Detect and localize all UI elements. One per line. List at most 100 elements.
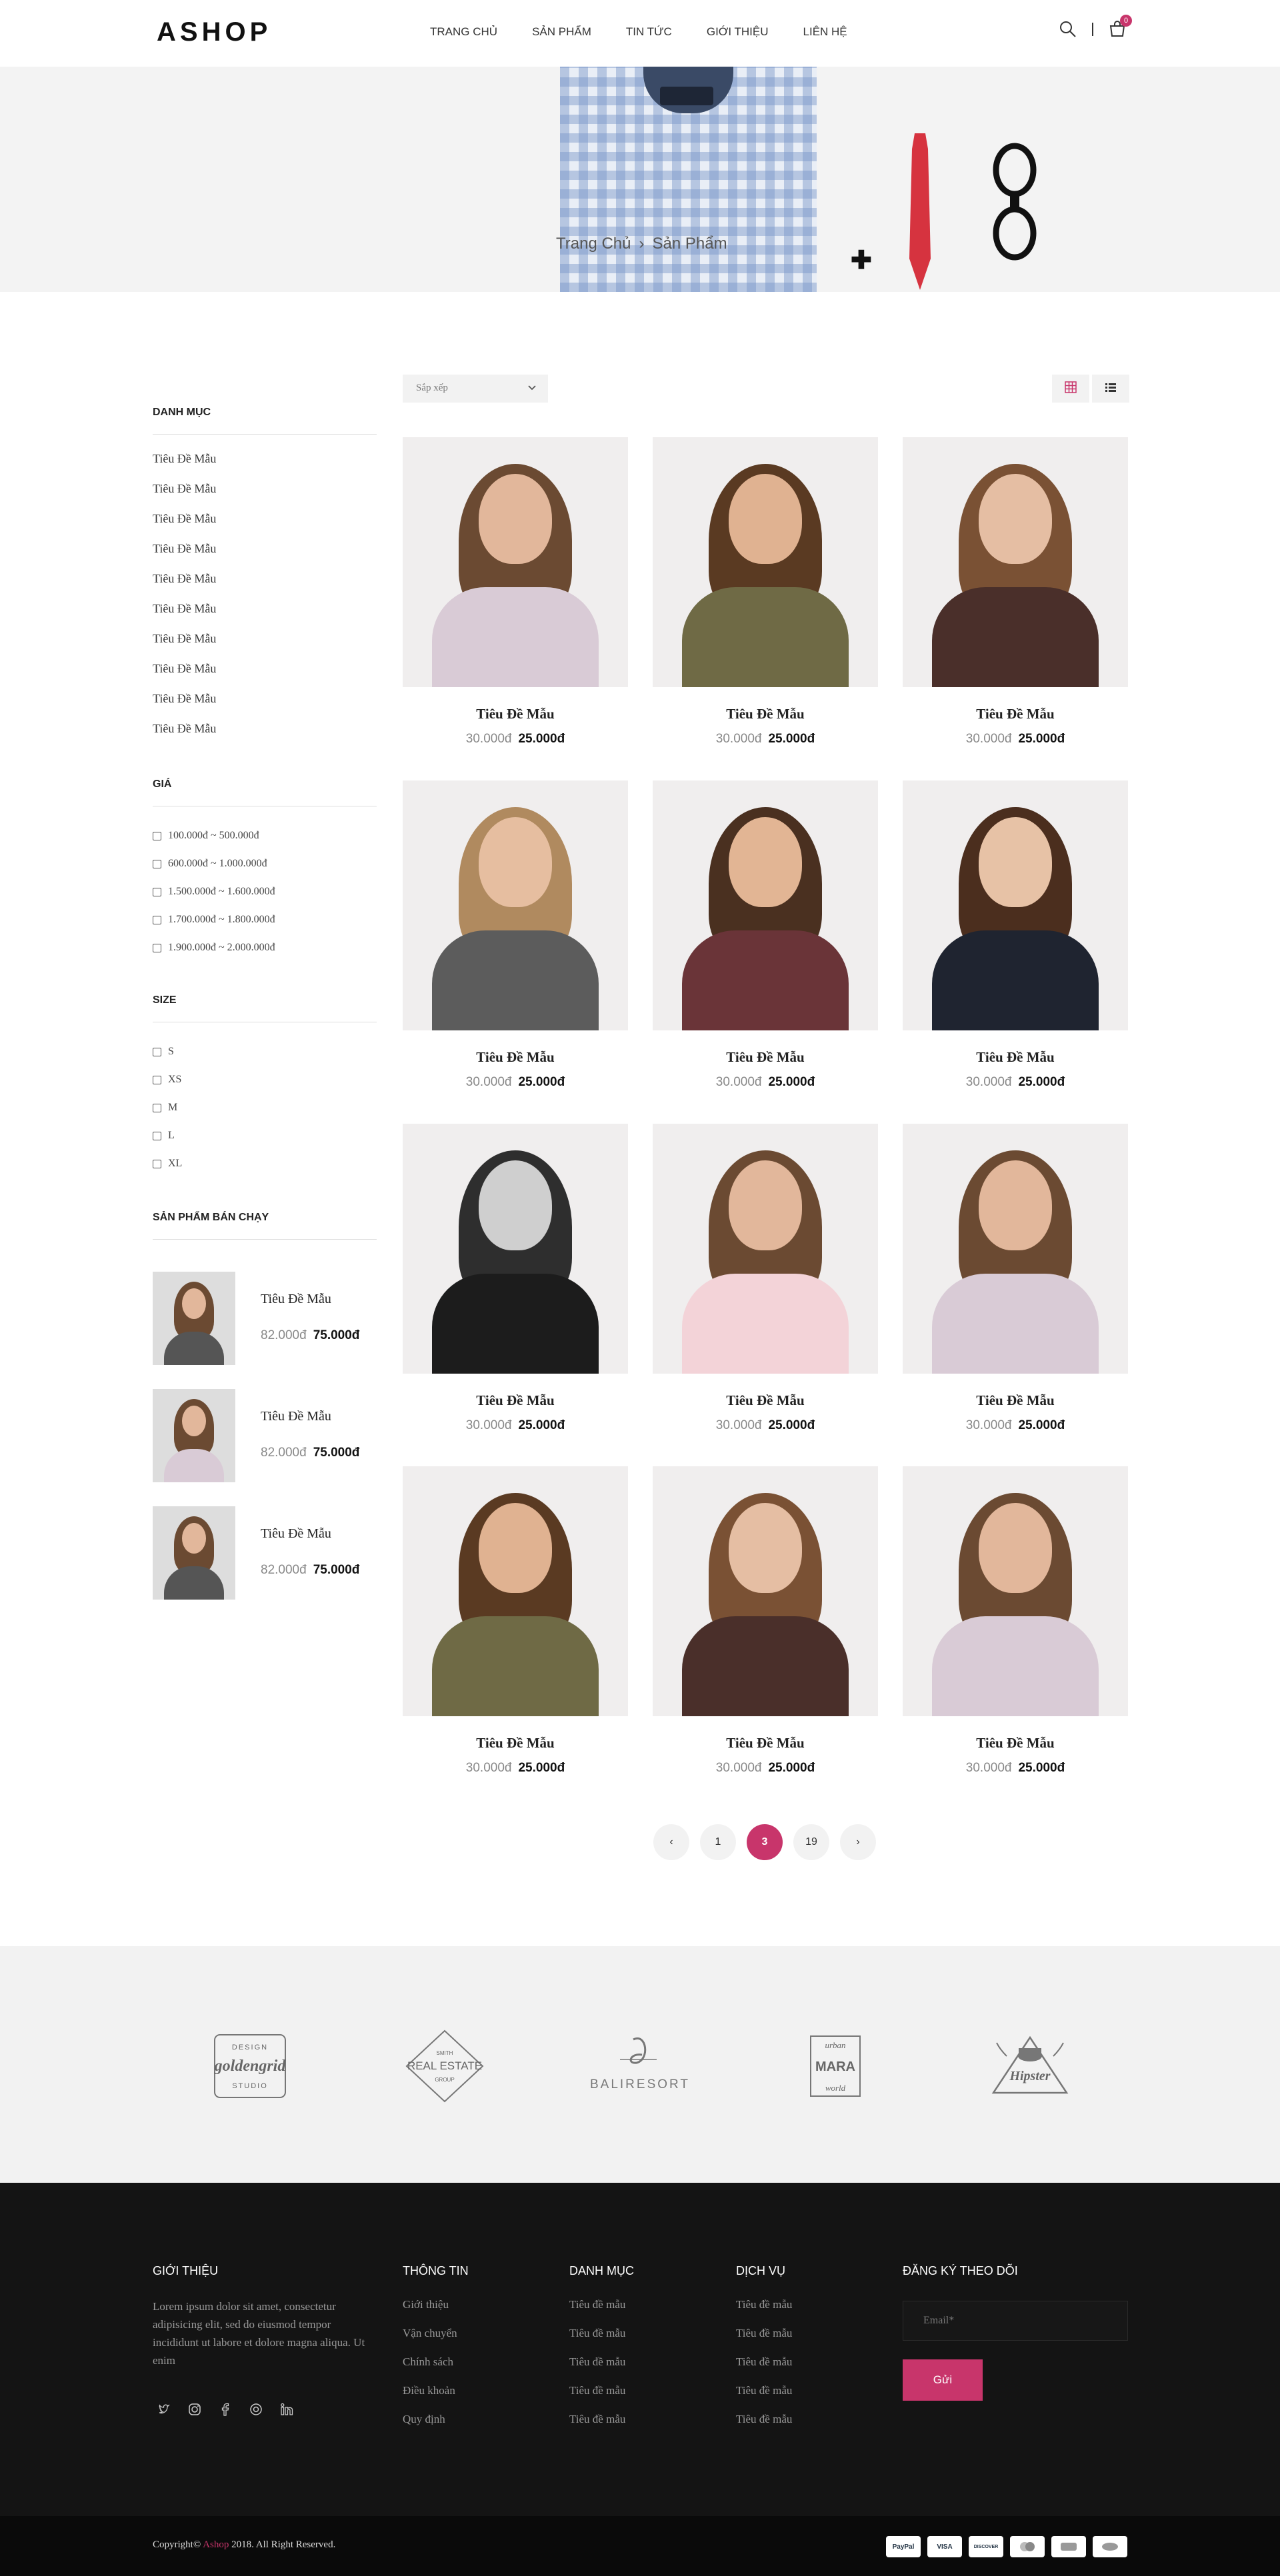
product-title[interactable]: Tiêu Đề Mẫu (903, 1735, 1128, 1752)
checkbox[interactable] (153, 1159, 161, 1168)
category-item[interactable]: Tiêu Đề Mẫu (153, 720, 216, 750)
footer-link[interactable]: Tiêu đề mẫu (569, 2355, 625, 2384)
footer-link[interactable]: Vận chuyển (403, 2327, 457, 2355)
checkbox[interactable] (153, 943, 161, 952)
product-card[interactable]: Tiêu Đề Mẫu 30.000đ 25.000đ (653, 1124, 878, 1433)
product-image[interactable] (403, 1124, 628, 1374)
category-item[interactable]: Tiêu Đề Mẫu (153, 571, 216, 601)
category-item[interactable]: Tiêu Đề Mẫu (153, 601, 216, 631)
subscribe-button[interactable]: Gửi (903, 2359, 983, 2401)
product-title[interactable]: Tiêu Đề Mẫu (653, 1392, 878, 1409)
product-title[interactable]: Tiêu Đề Mẫu (403, 1392, 628, 1409)
page-button-active[interactable]: 3 (747, 1824, 783, 1860)
product-card[interactable]: Tiêu Đề Mẫu 30.000đ 25.000đ (653, 780, 878, 1090)
product-image[interactable] (903, 437, 1128, 687)
footer-link[interactable]: Tiêu đề mẫu (736, 2327, 792, 2355)
product-title[interactable]: Tiêu Đề Mẫu (903, 1392, 1128, 1409)
checkbox[interactable] (153, 887, 161, 896)
product-image[interactable] (403, 437, 628, 687)
nav-trang-chu[interactable]: TRANG CHỦ (430, 25, 497, 39)
prev-page-button[interactable]: ‹ (653, 1824, 689, 1860)
footer-link[interactable]: Tiêu đề mẫu (569, 2413, 625, 2441)
dribbble-icon[interactable] (249, 2403, 263, 2419)
size-option[interactable]: XS (153, 1066, 182, 1094)
size-option[interactable]: XL (153, 1150, 182, 1178)
brand-logo-baliresort[interactable]: BALIRESORT (590, 2029, 690, 2103)
product-title[interactable]: Tiêu Đề Mẫu (653, 706, 878, 722)
category-item[interactable]: Tiêu Đề Mẫu (153, 511, 216, 541)
category-item[interactable]: Tiêu Đề Mẫu (153, 631, 216, 660)
checkbox[interactable] (153, 1103, 161, 1112)
footer-link[interactable]: Tiêu đề mẫu (569, 2298, 625, 2327)
bestseller-title[interactable]: Tiêu Đề Mẫu (261, 1292, 331, 1307)
footer-link[interactable]: Tiêu đề mẫu (736, 2298, 792, 2327)
product-title[interactable]: Tiêu Đề Mẫu (903, 1049, 1128, 1066)
product-image[interactable] (653, 780, 878, 1030)
cart-icon[interactable]: 0 (1108, 15, 1132, 39)
logo[interactable]: ASHOP (157, 17, 271, 47)
list-view-button[interactable] (1092, 375, 1129, 403)
bestseller-title[interactable]: Tiêu Đề Mẫu (261, 1409, 331, 1424)
product-title[interactable]: Tiêu Đề Mẫu (903, 706, 1128, 722)
product-title[interactable]: Tiêu Đề Mẫu (403, 706, 628, 722)
category-item[interactable]: Tiêu Đề Mẫu (153, 660, 216, 690)
checkbox[interactable] (153, 1075, 161, 1084)
product-image[interactable] (903, 780, 1128, 1030)
nav-lien-he[interactable]: LIÊN HỆ (803, 25, 847, 39)
category-item[interactable]: Tiêu Đề Mẫu (153, 451, 216, 481)
footer-link[interactable]: Tiêu đề mẫu (569, 2384, 625, 2413)
footer-link[interactable]: Chính sách (403, 2355, 457, 2384)
product-card[interactable]: Tiêu Đề Mẫu 30.000đ 25.000đ (403, 780, 628, 1090)
price-option[interactable]: 1.700.000đ ~ 1.800.000đ (153, 906, 275, 934)
product-title[interactable]: Tiêu Đề Mẫu (653, 1735, 878, 1752)
breadcrumb-home[interactable]: Trang Chủ (556, 235, 631, 253)
brand-logo-hipster[interactable]: Hipster (980, 2029, 1080, 2103)
price-option[interactable]: 1.500.000đ ~ 1.600.000đ (153, 878, 275, 906)
product-card[interactable]: Tiêu Đề Mẫu 30.000đ 25.000đ (653, 1466, 878, 1776)
price-option[interactable]: 100.000đ ~ 500.000đ (153, 822, 275, 850)
checkbox[interactable] (153, 1131, 161, 1140)
footer-link[interactable]: Tiêu đề mẫu (736, 2413, 792, 2441)
copyright-brand-link[interactable]: Ashop (203, 2539, 229, 2550)
footer-link[interactable]: Giới thiệu (403, 2298, 457, 2327)
size-option[interactable]: M (153, 1094, 182, 1122)
nav-tin-tuc[interactable]: TIN TỨC (626, 25, 672, 39)
brand-logo-goldengrid[interactable]: DESIGN goldengrid STUDIO (200, 2029, 300, 2103)
category-item[interactable]: Tiêu Đề Mẫu (153, 541, 216, 571)
facebook-icon[interactable] (219, 2403, 232, 2419)
instagram-icon[interactable] (188, 2403, 201, 2419)
footer-link[interactable]: Điều khoản (403, 2384, 457, 2413)
footer-link[interactable]: Quy định (403, 2413, 457, 2441)
product-image[interactable] (653, 437, 878, 687)
checkbox[interactable] (153, 859, 161, 868)
grid-view-button[interactable] (1052, 375, 1089, 403)
product-image[interactable] (903, 1124, 1128, 1374)
product-image[interactable] (403, 780, 628, 1030)
price-option[interactable]: 1.900.000đ ~ 2.000.000đ (153, 934, 275, 962)
twitter-icon[interactable] (157, 2403, 171, 2419)
nav-san-pham[interactable]: SẢN PHẨM (532, 25, 591, 39)
product-card[interactable]: Tiêu Đề Mẫu 30.000đ 25.000đ (903, 780, 1128, 1090)
product-image[interactable] (653, 1466, 878, 1716)
footer-link[interactable]: Tiêu đề mẫu (569, 2327, 625, 2355)
product-card[interactable]: Tiêu Đề Mẫu 30.000đ 25.000đ (903, 437, 1128, 746)
page-button[interactable]: 19 (793, 1824, 829, 1860)
product-image[interactable] (903, 1466, 1128, 1716)
product-image[interactable] (653, 1124, 878, 1374)
checkbox[interactable] (153, 1047, 161, 1056)
bestseller-title[interactable]: Tiêu Đề Mẫu (261, 1526, 331, 1542)
category-item[interactable]: Tiêu Đề Mẫu (153, 690, 216, 720)
product-card[interactable]: Tiêu Đề Mẫu 30.000đ 25.000đ (403, 1466, 628, 1776)
product-card[interactable]: Tiêu Đề Mẫu 30.000đ 25.000đ (903, 1124, 1128, 1433)
product-title[interactable]: Tiêu Đề Mẫu (403, 1049, 628, 1066)
product-title[interactable]: Tiêu Đề Mẫu (653, 1049, 878, 1066)
email-field[interactable]: Email* (903, 2301, 1128, 2341)
footer-link[interactable]: Tiêu đề mẫu (736, 2384, 792, 2413)
size-option[interactable]: L (153, 1122, 182, 1150)
sort-select[interactable]: Sắp xếp (403, 375, 548, 403)
next-page-button[interactable]: › (840, 1824, 876, 1860)
brand-logo-realestate[interactable]: SMITH REAL ESTATE GROUP (395, 2029, 495, 2103)
product-card[interactable]: Tiêu Đề Mẫu 30.000đ 25.000đ (903, 1466, 1128, 1776)
checkbox[interactable] (153, 831, 161, 840)
product-card[interactable]: Tiêu Đề Mẫu 30.000đ 25.000đ (403, 1124, 628, 1433)
